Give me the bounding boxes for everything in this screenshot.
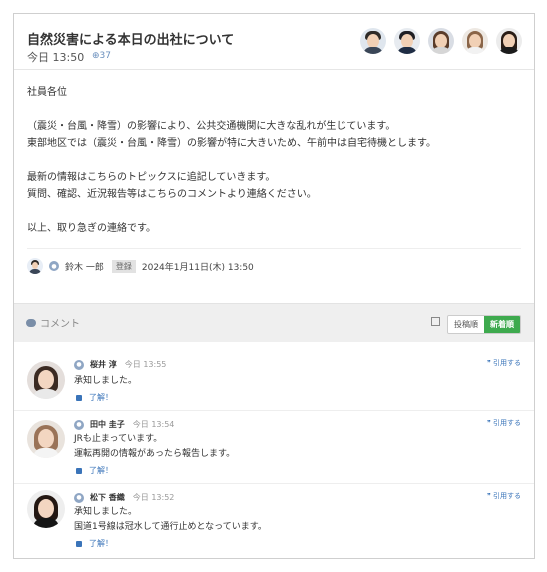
comment-line: 承知しました。 <box>74 376 138 386</box>
post-time: 今日 13:50 <box>27 51 85 64</box>
author-name[interactable]: 鈴木 一郎 <box>65 260 104 273</box>
comment-text: 承知しました。 <box>74 374 137 389</box>
user-type-icon: ● <box>74 419 84 430</box>
topic-title: 自然災害による本日の出社について <box>27 33 235 48</box>
comment-item: ● 桜井 淳 今日 13:55 ❞ 引用する 承知しました。 了解！ <box>14 351 534 411</box>
like-button[interactable]: 了解！ <box>76 538 113 549</box>
status-badge: 登録 <box>111 259 136 273</box>
like-label: 了解！ <box>89 539 113 548</box>
post-body: 社員各位 （震災・台風・降雪）の影響により、公共交通機関に大きな乱れが生じていま… <box>27 84 521 237</box>
user-type-icon: ● <box>74 359 84 370</box>
participant-avatar[interactable] <box>496 28 522 54</box>
participant-avatar[interactable] <box>462 28 488 54</box>
comment-time: 今日 13:55 <box>124 360 167 369</box>
thumbs-up-icon <box>76 467 82 474</box>
body-line <box>27 101 521 118</box>
body-line: 最新の情報はこちらのトピックスに追記していきます。 <box>27 172 276 183</box>
participant-avatar[interactable] <box>394 28 420 54</box>
comments-bar: コメント 投稿順 新着順 <box>14 303 534 342</box>
post-date: 2024年1月11日(木) 13:50 <box>141 262 254 273</box>
comment-line: 運転再開の情報があったら報告します。 <box>74 449 236 459</box>
commenter-avatar[interactable] <box>27 420 65 458</box>
like-label: 了解！ <box>89 466 113 475</box>
author-avatar[interactable] <box>27 258 43 274</box>
participant-avatar[interactable] <box>428 28 454 54</box>
comment-line: 国道1号線は冠水して通行止めとなっています。 <box>74 522 267 532</box>
body-line: 以上、取り急ぎの連絡です。 <box>27 223 156 234</box>
commenter-avatar[interactable] <box>27 490 65 528</box>
comments-header: コメント <box>26 315 80 330</box>
body-line <box>27 152 521 169</box>
body-line: 社員各位 <box>27 87 67 98</box>
comment-meta: ● 田中 圭子 今日 13:54 <box>74 419 174 430</box>
commenter-name[interactable]: 田中 圭子 <box>90 419 125 430</box>
external-link-icon[interactable] <box>431 317 440 326</box>
thumbs-up-icon <box>76 394 82 401</box>
comments-label: コメント <box>40 319 80 330</box>
author-row: ● 鈴木 一郎 登録 2024年1月11日(木) 13:50 <box>27 248 521 283</box>
body-line <box>27 203 521 220</box>
sort-toggle: 投稿順 新着順 <box>447 315 521 334</box>
quote-button[interactable]: ❞ 引用する <box>487 418 521 428</box>
comment-meta: ● 桜井 淳 今日 13:55 <box>74 359 166 370</box>
comment-icon <box>26 318 36 327</box>
like-button[interactable]: 了解！ <box>76 465 113 476</box>
topic-header: 自然災害による本日の出社について 今日 13:50 ⊕37 <box>14 14 534 70</box>
comment-time: 今日 13:54 <box>132 420 175 429</box>
sort-oldest-button[interactable]: 投稿順 <box>448 316 484 333</box>
comment-meta: ● 松下 香織 今日 13:52 <box>74 492 174 503</box>
quote-button[interactable]: ❞ 引用する <box>487 358 521 368</box>
participant-avatar[interactable] <box>360 28 386 54</box>
comment-line: 承知しました。 <box>74 507 138 517</box>
comment-text: JRも止まっています。 運転再開の情報があったら報告します。 <box>74 432 235 462</box>
quote-label: 引用する <box>493 492 521 500</box>
commenter-name[interactable]: 桜井 淳 <box>90 359 117 370</box>
comment-time: 今日 13:52 <box>132 493 175 502</box>
comment-line: JRも止まっています。 <box>74 434 163 444</box>
quote-label: 引用する <box>493 419 521 427</box>
comment-text: 承知しました。 国道1号線は冠水して通行止めとなっています。 <box>74 505 267 535</box>
comment-item: ● 松下 香織 今日 13:52 ❞ 引用する 承知しました。 国道1号線は冠水… <box>14 484 534 558</box>
body-line: （震災・台風・降雪）の影響により、公共交通機関に大きな乱れが生じています。 <box>27 121 396 132</box>
commenter-name[interactable]: 松下 香織 <box>90 492 125 503</box>
participant-avatars <box>360 28 522 54</box>
view-count: ⊕37 <box>92 51 111 61</box>
comment-item: ● 田中 圭子 今日 13:54 ❞ 引用する JRも止まっています。 運転再開… <box>14 411 534 484</box>
body-line: 東部地区では（震災・台風・降雪）の影響が特に大きいため、午前中は自宅待機とします… <box>27 138 436 149</box>
commenter-avatar[interactable] <box>27 361 65 399</box>
sort-newest-button[interactable]: 新着順 <box>484 316 520 333</box>
body-line: 質問、確認、近況報告等はこちらのコメントより連絡ください。 <box>27 189 317 200</box>
quote-button[interactable]: ❞ 引用する <box>487 491 521 501</box>
like-label: 了解！ <box>89 393 113 402</box>
user-type-icon: ● <box>49 261 59 271</box>
topic-card: 自然災害による本日の出社について 今日 13:50 ⊕37 社員各位 （震災・台… <box>13 13 535 559</box>
user-type-icon: ● <box>74 492 84 503</box>
thumbs-up-icon <box>76 540 82 547</box>
like-button[interactable]: 了解！ <box>76 392 113 403</box>
quote-label: 引用する <box>493 359 521 367</box>
